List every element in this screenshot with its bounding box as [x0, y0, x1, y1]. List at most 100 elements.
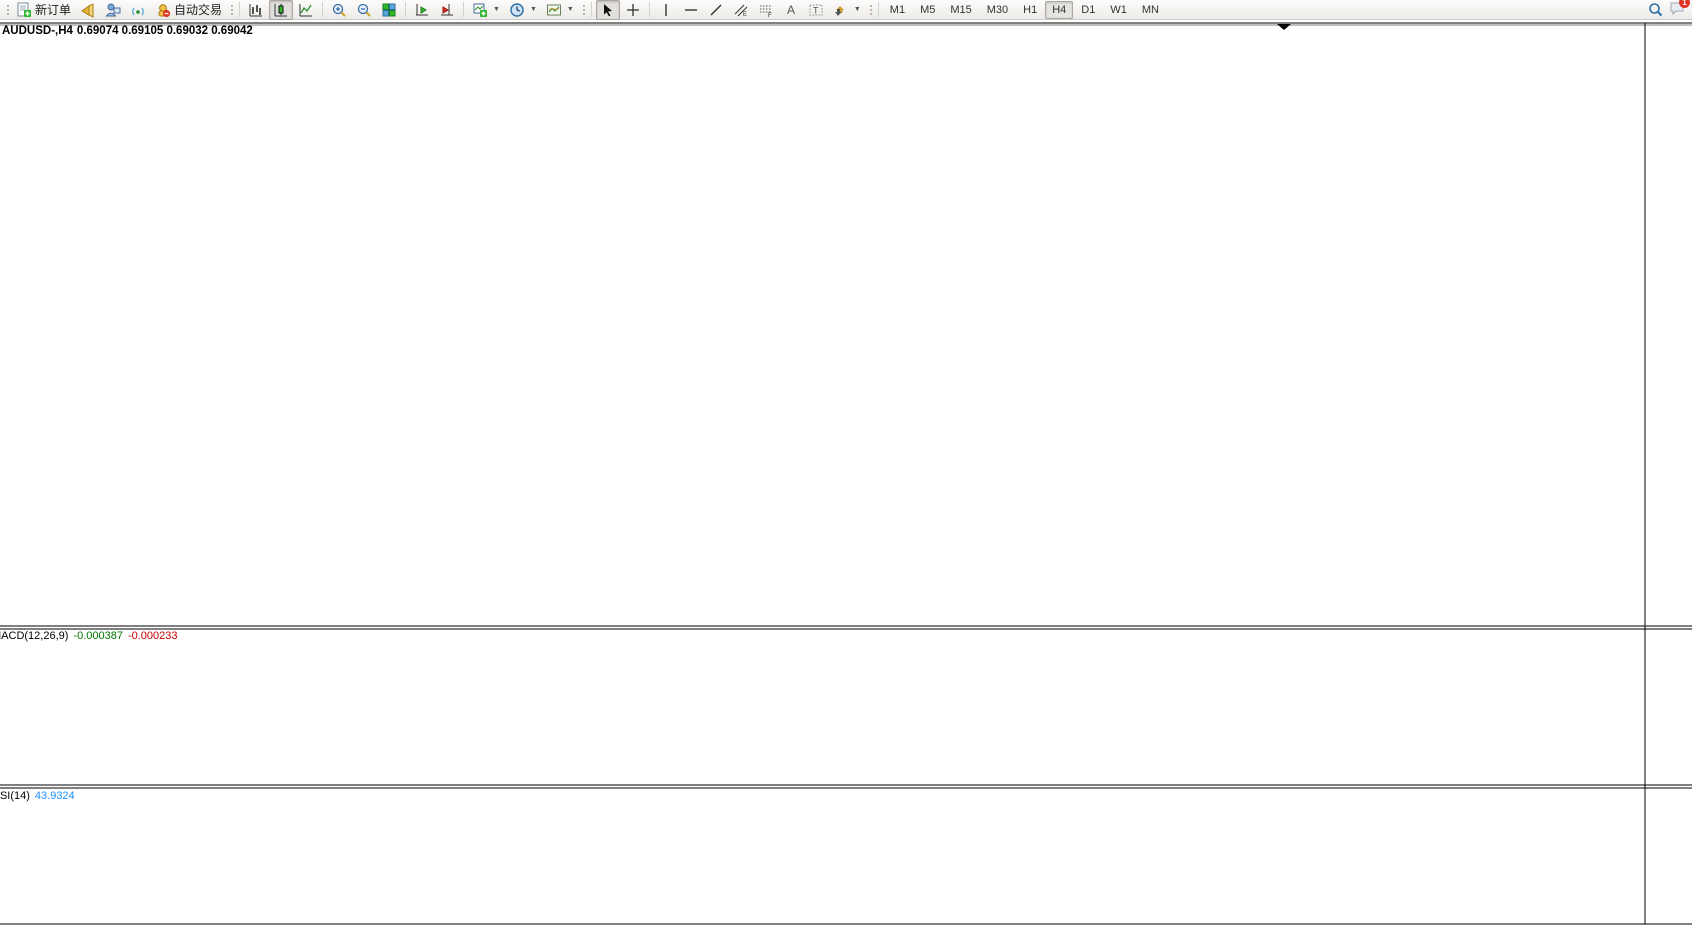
svg-text:T: T [813, 5, 819, 15]
cursor-button[interactable] [596, 0, 620, 20]
clock-icon [509, 2, 525, 18]
svg-text:A: A [787, 3, 795, 17]
dropdown-caret-icon: ▼ [854, 6, 861, 13]
equidistant-channel-button[interactable]: E [729, 0, 753, 20]
toolbar-separator [591, 2, 592, 17]
zoom-in-button[interactable] [327, 0, 351, 20]
signal-icon [130, 2, 146, 18]
signal-button[interactable] [126, 0, 150, 20]
dropdown-caret-icon: ▼ [567, 6, 574, 13]
tab-timeframe-m15[interactable]: M15 [943, 1, 978, 19]
text-button[interactable]: A [779, 0, 803, 20]
auto-trading-button[interactable]: 自动交易 [151, 0, 226, 20]
svg-text:F: F [768, 13, 772, 18]
toolbar-separator [649, 2, 650, 17]
svg-text:E: E [743, 12, 747, 18]
new-order-icon [16, 2, 32, 18]
new-chart-icon [472, 2, 488, 18]
cursor-icon [600, 2, 616, 18]
tab-timeframe-d1[interactable]: D1 [1074, 1, 1102, 19]
crosshair-button[interactable] [621, 0, 645, 20]
text-label-button[interactable]: T [804, 0, 828, 20]
toolbar-grip[interactable] [229, 3, 233, 17]
mt4-window: { "toolbar": { "new_order_label": "新订单",… [0, 0, 1692, 935]
auto-scroll-icon [414, 2, 430, 18]
line-chart-button[interactable] [294, 0, 318, 20]
tab-timeframe-m1[interactable]: M1 [883, 1, 912, 19]
candlestick-chart-icon [273, 2, 289, 18]
macd-signal-value: -0.000233 [128, 630, 178, 642]
dropdown-caret-icon: ▼ [530, 6, 537, 13]
bar-chart-icon [248, 2, 264, 18]
template-chart-icon [546, 2, 562, 18]
line-chart-icon [298, 2, 314, 18]
new-chart-button[interactable]: ▼ [468, 0, 504, 20]
toolbar-separator [239, 2, 240, 17]
profile-icon [105, 2, 121, 18]
chart-area[interactable] [0, 20, 1692, 935]
chart-canvas[interactable] [0, 20, 1692, 935]
chart-shift-button[interactable] [435, 0, 459, 20]
horizontal-line-button[interactable] [679, 0, 703, 20]
bar-chart-button[interactable] [244, 0, 268, 20]
candlestick-chart-button[interactable] [269, 0, 293, 20]
tile-windows-icon [381, 2, 397, 18]
periods-button[interactable]: ▼ [505, 0, 541, 20]
zoom-in-icon [331, 2, 347, 18]
tab-timeframe-mn[interactable]: MN [1135, 1, 1166, 19]
equidistant-channel-icon: E [733, 2, 749, 18]
toolbar-separator [322, 2, 323, 17]
chat-button[interactable]: 1 [1669, 1, 1685, 18]
tab-timeframe-h4[interactable]: H4 [1045, 1, 1073, 19]
vertical-line-button[interactable] [654, 0, 678, 20]
auto-trading-icon [155, 2, 171, 18]
macd-indicator-label: MACD(12,26,9) -0.000387 -0.000233 [0, 630, 178, 642]
auto-trading-label: 自动交易 [174, 1, 222, 18]
search-icon[interactable] [1648, 2, 1663, 17]
chart-shift-icon [439, 2, 455, 18]
tab-timeframe-m30[interactable]: M30 [980, 1, 1015, 19]
arrows-icon [833, 2, 849, 18]
toolbar-grip[interactable] [868, 3, 872, 17]
chart-symbol-period: AUDUSD-,H4 [2, 25, 73, 37]
templates-button[interactable]: ▼ [542, 0, 578, 20]
fibonacci-icon: F [758, 2, 774, 18]
dropdown-caret-icon: ▼ [493, 6, 500, 13]
megaphone-icon [80, 2, 96, 18]
zoom-out-button[interactable] [352, 0, 376, 20]
rsi-name: RSI(14) [0, 790, 30, 802]
fibonacci-button[interactable]: F [754, 0, 778, 20]
zoom-out-icon [356, 2, 372, 18]
macd-main-value: -0.000387 [73, 630, 123, 642]
text-label-icon: T [808, 2, 824, 18]
arrows-button[interactable]: ▼ [829, 0, 865, 20]
toolbar-separator [405, 2, 406, 17]
profile-button[interactable] [101, 0, 125, 20]
chart-ohlc-values: 0.69074 0.69105 0.69032 0.69042 [77, 25, 253, 37]
macd-name: MACD(12,26,9) [0, 630, 68, 642]
rsi-value: 43.9324 [35, 790, 75, 802]
main-toolbar: 新订单 自动交易 ▼ ▼ [0, 0, 1692, 20]
toolbar-grip[interactable] [5, 3, 9, 17]
tile-windows-button[interactable] [377, 0, 401, 20]
horizontal-line-icon [683, 2, 699, 18]
crosshair-icon [625, 2, 641, 18]
toolbar-separator [878, 2, 879, 17]
chart-symbol-ohlc: AUDUSD-,H4 0.69074 0.69105 0.69032 0.6904… [2, 25, 257, 37]
tab-timeframe-h1[interactable]: H1 [1016, 1, 1044, 19]
toolbar-separator [463, 2, 464, 17]
megaphone-button[interactable] [76, 0, 100, 20]
vertical-line-icon [658, 2, 674, 18]
trendline-button[interactable] [704, 0, 728, 20]
trendline-icon [708, 2, 724, 18]
chart-shift-marker-icon[interactable] [1277, 24, 1291, 30]
rsi-indicator-label: RSI(14) 43.9324 [0, 790, 75, 802]
new-order-button[interactable]: 新订单 [12, 0, 75, 20]
auto-scroll-button[interactable] [410, 0, 434, 20]
tab-timeframe-w1[interactable]: W1 [1103, 1, 1134, 19]
new-order-label: 新订单 [35, 1, 71, 18]
tab-timeframe-m5[interactable]: M5 [913, 1, 942, 19]
toolbar-grip[interactable] [581, 3, 585, 17]
notification-badge: 1 [1679, 0, 1690, 8]
text-icon: A [783, 2, 799, 18]
